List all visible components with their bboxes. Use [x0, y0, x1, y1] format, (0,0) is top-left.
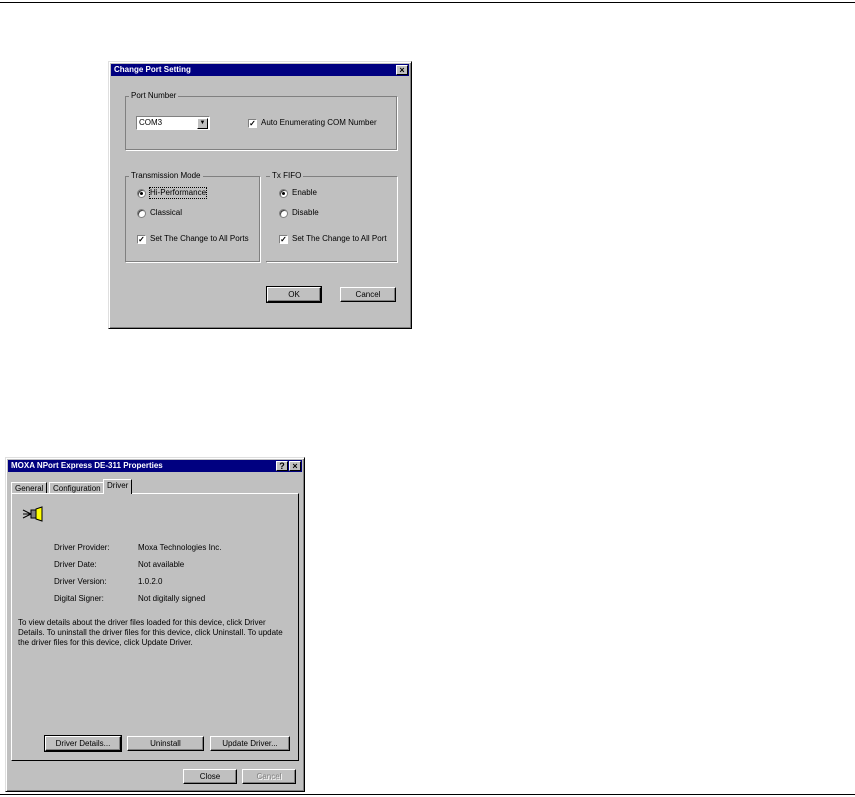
- disable-radio[interactable]: [279, 209, 288, 218]
- tx-fifo-label: Tx FIFO: [270, 171, 304, 181]
- dialog-title: Change Port Setting: [114, 65, 191, 74]
- port-connector-icon: [22, 506, 43, 522]
- title-bar: MOXA NPort Express DE-311 Properties ? ×: [8, 460, 302, 472]
- hi-performance-radio[interactable]: [137, 189, 146, 198]
- driver-date-value: Not available: [138, 560, 185, 569]
- close-icon[interactable]: ×: [289, 461, 301, 471]
- driver-version-value: 1.0.2.0: [138, 577, 163, 586]
- uninstall-button[interactable]: Uninstall: [127, 736, 204, 751]
- enable-label: Enable: [292, 188, 317, 197]
- driver-provider-value: Moxa Technologies Inc.: [138, 543, 222, 552]
- port-select-value: COM3: [139, 118, 163, 127]
- auto-enum-checkbox[interactable]: ✓: [248, 119, 257, 128]
- driver-details-button[interactable]: Driver Details...: [44, 735, 122, 752]
- moxa-properties-dialog: MOXA NPort Express DE-311 Properties ? ×…: [5, 457, 305, 792]
- driver-tab-panel: Driver Provider: Moxa Technologies Inc. …: [11, 493, 299, 761]
- tab-driver[interactable]: Driver: [103, 479, 133, 494]
- driver-version-label: Driver Version:: [54, 577, 107, 586]
- port-select[interactable]: COM3 ▼: [136, 116, 210, 130]
- set-all-ports-mode-checkbox[interactable]: ✓: [137, 235, 146, 244]
- title-bar: Change Port Setting ×: [111, 64, 409, 76]
- digital-signer-value: Not digitally signed: [138, 594, 206, 603]
- set-all-ports-fifo-label: Set The Change to All Port: [292, 234, 387, 243]
- tab-configuration[interactable]: Configuration: [49, 482, 105, 493]
- update-driver-button[interactable]: Update Driver...: [210, 736, 290, 751]
- auto-enum-label: Auto Enumerating COM Number: [261, 118, 377, 127]
- help-icon[interactable]: ?: [276, 461, 288, 471]
- classical-radio[interactable]: [137, 209, 146, 218]
- disable-label: Disable: [292, 208, 319, 217]
- set-all-ports-fifo-checkbox[interactable]: ✓: [279, 235, 288, 244]
- transmission-mode-label: Transmission Mode: [129, 171, 203, 181]
- tx-fifo-divider: [266, 261, 397, 262]
- driver-date-label: Driver Date:: [54, 560, 97, 569]
- cancel-button: Cancel: [242, 769, 296, 784]
- close-button[interactable]: Close: [183, 769, 237, 784]
- hi-performance-label: Hi-Performance: [148, 187, 208, 199]
- enable-radio[interactable]: [279, 189, 288, 198]
- dialog-title: MOXA NPort Express DE-311 Properties: [11, 461, 163, 470]
- cancel-button[interactable]: Cancel: [340, 287, 396, 302]
- classical-label: Classical: [150, 208, 183, 217]
- ok-button[interactable]: OK: [266, 286, 322, 303]
- set-all-ports-mode-label: Set The Change to All Ports: [150, 234, 249, 243]
- driver-provider-label: Driver Provider:: [54, 543, 110, 552]
- tab-general[interactable]: General: [11, 482, 48, 493]
- driver-description: To view details about the driver files l…: [18, 618, 283, 647]
- chevron-down-icon[interactable]: ▼: [197, 118, 208, 129]
- bottom-rule: [0, 794, 855, 795]
- digital-signer-label: Digital Signer:: [54, 594, 104, 603]
- top-rule: [0, 2, 855, 3]
- close-icon[interactable]: ×: [396, 65, 408, 75]
- change-port-setting-dialog: Change Port Setting × Port Number COM3 ▼…: [108, 61, 412, 329]
- port-number-label: Port Number: [129, 91, 179, 101]
